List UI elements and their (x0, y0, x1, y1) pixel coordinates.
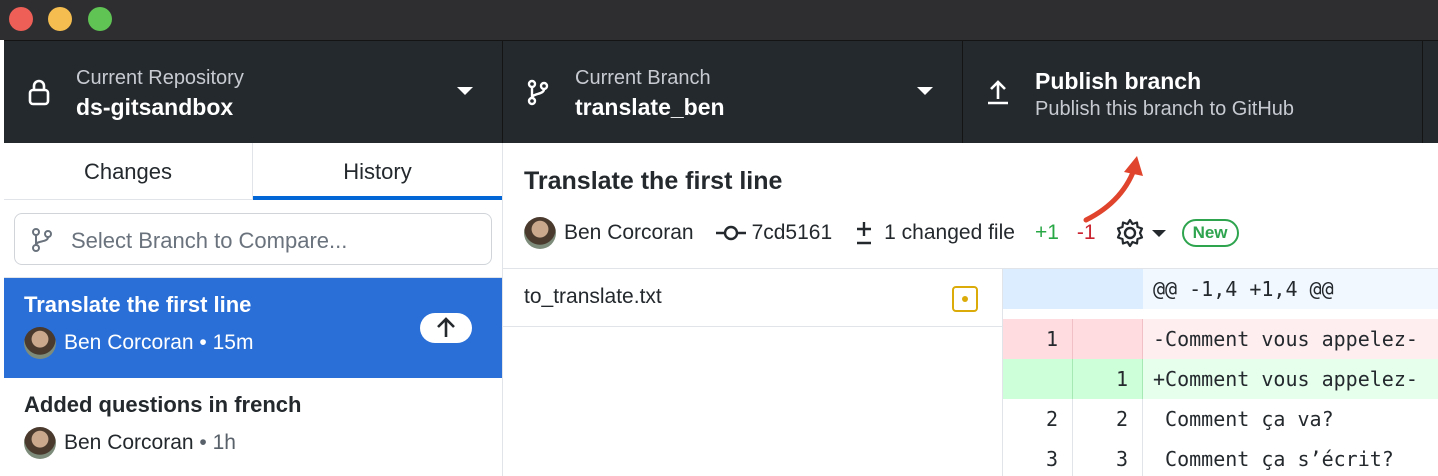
meta-separator: • (199, 431, 213, 454)
list-item[interactable]: to_translate.txt (503, 269, 1002, 327)
close-window-button[interactable] (9, 7, 33, 31)
commit-title: Translate the first line (24, 292, 252, 317)
sidebar: Changes History Select Branch to Compare… (4, 143, 503, 476)
new-line-number: 3 (1073, 439, 1143, 476)
lock-icon (28, 79, 50, 106)
commit-title: Added questions in french (24, 392, 302, 417)
tab-changes[interactable]: Changes (4, 143, 253, 200)
diff-line[interactable]: 3 3 Comment ça s’écrit? (1003, 439, 1438, 476)
minimize-window-button[interactable] (48, 7, 72, 31)
current-branch-selector[interactable]: Current Branch translate_ben (503, 41, 963, 143)
old-line-number: 3 (1003, 439, 1073, 476)
avatar (524, 217, 556, 249)
publish-branch-subtitle: Publish this branch to GitHub (1035, 98, 1295, 120)
commit-author: Ben Corcoran (64, 431, 194, 454)
avatar (24, 427, 56, 459)
commit-detail-panel: Translate the first line Ben Corcoran 7c… (503, 143, 1438, 476)
annotation-arrow-icon (1083, 156, 1143, 223)
diff-line-text: -Comment vous appelez- (1143, 319, 1438, 359)
new-line-number (1073, 319, 1143, 359)
changed-file-list: to_translate.txt (503, 269, 1003, 476)
diff-line[interactable]: 2 2 Comment ça va? (1003, 399, 1438, 439)
branch-name: translate_ben (575, 94, 725, 120)
chevron-down-icon[interactable] (1151, 229, 1166, 237)
arrow-up-icon (437, 317, 455, 337)
upload-icon (988, 80, 1008, 105)
commit-list-item[interactable]: Added questions in french Ben Corcoran •… (4, 378, 502, 476)
new-badge: New (1181, 219, 1239, 247)
commit-list-item[interactable]: Translate the first line Ben Corcoran • … (4, 278, 502, 378)
additions-count: +1 (1034, 221, 1059, 244)
commit-meta: Ben Corcoran • 1h (64, 431, 236, 455)
chevron-down-icon (457, 87, 473, 95)
diff-hunk-header: @@ -1,4 +1,4 @@ (1003, 269, 1438, 309)
old-line-number (1003, 359, 1073, 399)
commit-summary-header: Translate the first line Ben Corcoran 7c… (503, 143, 1438, 269)
diff-icon (857, 222, 872, 245)
diff-line-text: +Comment vous appelez- (1143, 359, 1438, 399)
compare-branch-bar: Select Branch to Compare... (4, 200, 502, 278)
new-line-number: 1 (1073, 359, 1143, 399)
git-branch-icon (32, 228, 52, 252)
file-name: to_translate.txt (524, 285, 662, 308)
changed-files-count: 1 changed file (884, 221, 1015, 244)
new-line-number: 2 (1073, 399, 1143, 439)
old-line-number (1003, 269, 1073, 309)
diff-line-text: Comment ça s’écrit? (1153, 447, 1394, 471)
tab-history[interactable]: History (253, 143, 502, 200)
commit-time: 15m (212, 331, 254, 354)
current-repository-selector[interactable]: Current Repository ds-gitsandbox (4, 41, 503, 143)
diff-line-text: Comment ça va? (1153, 407, 1334, 431)
zoom-window-button[interactable] (88, 7, 112, 31)
commit-sha[interactable]: 7cd5161 (752, 221, 833, 245)
compare-branch-input[interactable]: Select Branch to Compare... (14, 213, 492, 265)
meta-separator: • (199, 331, 213, 354)
app-toolbar: Current Repository ds-gitsandbox Current… (4, 40, 1438, 143)
repository-label: Current Repository (76, 67, 244, 89)
git-commit-icon (715, 225, 746, 241)
window-title-bar (0, 0, 1438, 40)
commit-meta: Ben Corcoran • 15m (64, 331, 253, 355)
sidebar-tabs: Changes History (4, 143, 502, 200)
repository-name: ds-gitsandbox (76, 94, 234, 120)
branch-label: Current Branch (575, 67, 711, 89)
unpushed-commit-badge (420, 313, 472, 343)
compare-branch-placeholder: Select Branch to Compare... (71, 228, 348, 253)
git-branch-icon (527, 79, 549, 106)
old-line-number: 1 (1003, 319, 1073, 359)
chevron-down-icon (917, 87, 933, 95)
diff-line[interactable]: 1 +Comment vous appelez- (1003, 359, 1438, 399)
commit-detail-author: Ben Corcoran (564, 221, 694, 244)
publish-branch-title: Publish branch (1035, 68, 1202, 94)
diff-line[interactable]: 1 -Comment vous appelez- (1003, 319, 1438, 359)
diff-view: @@ -1,4 +1,4 @@ 1 -Comment vous appelez-… (1003, 269, 1438, 476)
commit-author: Ben Corcoran (64, 331, 194, 354)
commit-detail-title: Translate the first line (524, 167, 783, 195)
avatar (24, 327, 56, 359)
old-line-number: 2 (1003, 399, 1073, 439)
hunk-text: @@ -1,4 +1,4 @@ (1143, 269, 1438, 309)
publish-branch-button[interactable]: Publish branch Publish this branch to Gi… (963, 41, 1423, 143)
commit-time: 1h (212, 431, 236, 454)
new-line-number (1073, 269, 1143, 309)
modified-status-icon (952, 286, 978, 312)
